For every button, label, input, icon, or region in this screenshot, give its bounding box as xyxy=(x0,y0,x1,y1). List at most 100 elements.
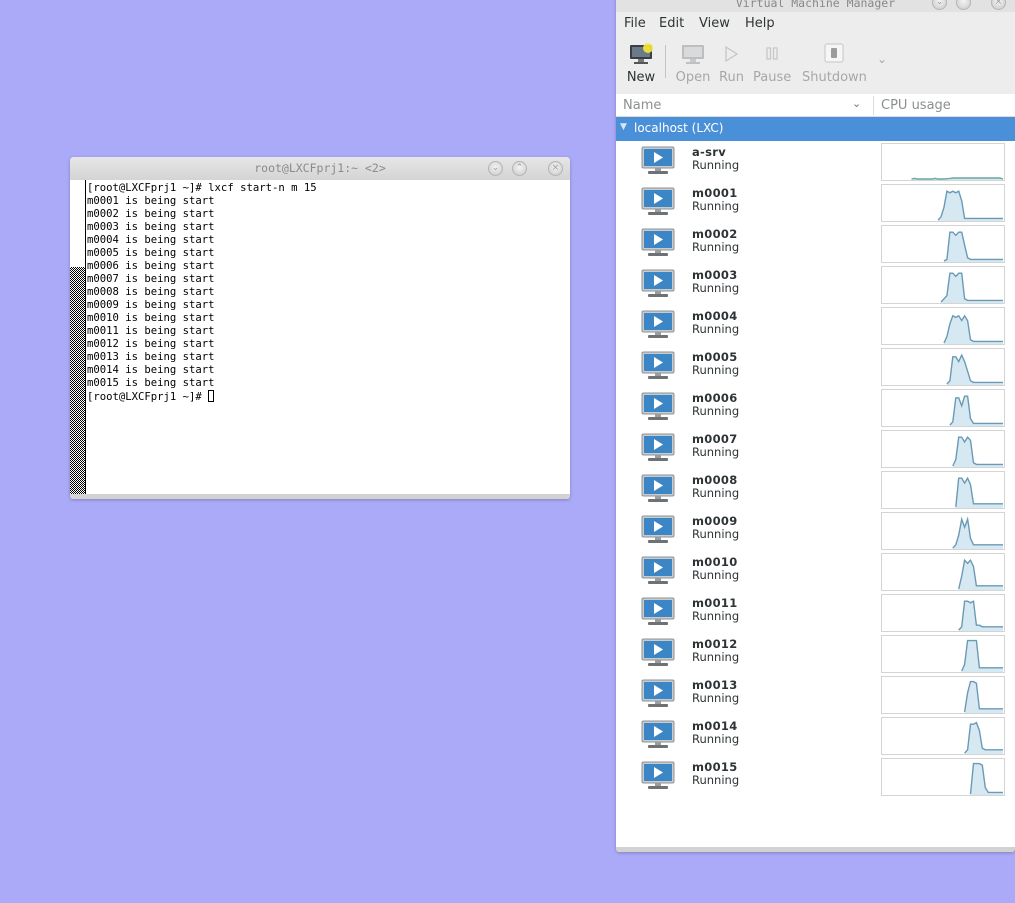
pause-button[interactable]: Pause xyxy=(753,42,791,85)
vm-name: a-srv xyxy=(692,145,727,159)
cpu-usage-area xyxy=(938,191,1003,221)
menu-edit[interactable]: Edit xyxy=(659,16,684,31)
vm-status: Running xyxy=(692,199,740,213)
new-vm-icon xyxy=(626,42,656,66)
terminal-line: [root@LXCFprj1 ~]# lxcf start-n m 15 xyxy=(87,182,317,194)
toolbar: New Open Run Pause Shutdown ⌄ xyxy=(616,36,1015,94)
vmm-bottom-border xyxy=(616,847,1015,852)
menubar: File Edit View Help xyxy=(616,12,1015,36)
chevron-up-icon: ⌃ xyxy=(959,0,968,7)
terminal-body[interactable]: [root@LXCFprj1 ~]# lxcf start-n m 15 m000… xyxy=(70,180,570,494)
cpu-usage-graph xyxy=(881,512,1005,550)
cpu-usage-graph xyxy=(881,676,1005,714)
cpu-usage-graph xyxy=(881,553,1005,591)
menu-file[interactable]: File xyxy=(624,16,646,31)
cpu-usage-graph xyxy=(881,348,1005,386)
shutdown-menu-button[interactable]: ⌄ xyxy=(874,52,890,66)
shutdown-button[interactable]: Shutdown xyxy=(802,42,867,85)
menu-view[interactable]: View xyxy=(699,16,730,31)
vm-status: Running xyxy=(692,609,740,623)
vm-row[interactable]: m0010 Running xyxy=(616,551,1015,592)
vm-status: Running xyxy=(692,281,740,295)
open-button[interactable]: Open xyxy=(675,42,711,85)
vm-row[interactable]: m0009 Running xyxy=(616,510,1015,551)
vm-row[interactable]: m0001 Running xyxy=(616,182,1015,223)
vm-status: Running xyxy=(692,322,740,336)
terminal-prompt-line: [root@LXCFprj1 ~]# xyxy=(87,390,317,404)
vm-row[interactable]: m0015 Running xyxy=(616,756,1015,797)
vm-status: Running xyxy=(692,527,740,541)
vm-row[interactable]: m0003 Running xyxy=(616,264,1015,305)
vm-status: Running xyxy=(692,773,740,787)
vm-name: m0002 xyxy=(692,227,738,241)
cpu-usage-graph xyxy=(881,430,1005,468)
new-vm-button[interactable]: New xyxy=(626,42,656,85)
vm-row[interactable]: m0007 Running xyxy=(616,428,1015,469)
terminal-line: m0013 is being start xyxy=(87,351,215,363)
vm-status: Running xyxy=(692,650,740,664)
vm-name: m0003 xyxy=(692,268,738,282)
vm-row[interactable]: m0012 Running xyxy=(616,633,1015,674)
cpu-usage-area xyxy=(941,273,1003,303)
expander-triangle-icon[interactable]: ▼ xyxy=(620,122,627,132)
cpu-usage-area xyxy=(944,232,1003,262)
cpu-usage-graph xyxy=(881,594,1005,632)
terminal-line: m0001 is being start xyxy=(87,195,215,207)
host-group-row[interactable]: ▼ localhost (LXC) xyxy=(616,117,1015,141)
vm-row[interactable]: m0004 Running xyxy=(616,305,1015,346)
vm-running-icon xyxy=(640,187,676,217)
play-icon xyxy=(719,42,743,66)
vm-name: m0015 xyxy=(692,760,738,774)
sort-chevron-icon[interactable]: ⌄ xyxy=(852,97,861,110)
terminal-prompt: [root@LXCFprj1 ~]# xyxy=(87,391,209,403)
vm-status: Running xyxy=(692,363,740,377)
vmm-titlebar[interactable]: Virtual Machine Manager ⌄ ⌃ × xyxy=(616,0,1015,12)
vm-running-icon xyxy=(640,433,676,463)
maximize-button[interactable]: ⌃ xyxy=(512,161,527,176)
shutdown-label: Shutdown xyxy=(802,70,867,85)
close-button[interactable]: × xyxy=(548,161,563,176)
vm-row[interactable]: m0014 Running xyxy=(616,715,1015,756)
vm-running-icon xyxy=(640,679,676,709)
vm-row[interactable]: m0006 Running xyxy=(616,387,1015,428)
vmm-window[interactable]: Virtual Machine Manager ⌄ ⌃ × File Edit … xyxy=(616,0,1015,852)
column-cpu-header[interactable]: CPU usage xyxy=(881,98,951,113)
cpu-usage-area xyxy=(946,355,1003,385)
terminal-titlebar[interactable]: root@LXCFprj1:~ <2> ⌄ ⌃ × xyxy=(70,157,570,180)
vm-status: Running xyxy=(692,404,740,418)
menu-help[interactable]: Help xyxy=(745,16,775,31)
cpu-usage-area xyxy=(952,437,1003,467)
cpu-usage-graph xyxy=(881,184,1005,222)
vm-row[interactable]: a-srv Running xyxy=(616,141,1015,182)
terminal-window[interactable]: root@LXCFprj1:~ <2> ⌄ ⌃ × [root@LXCFprj1… xyxy=(70,157,570,499)
vm-row[interactable]: m0013 Running xyxy=(616,674,1015,715)
terminal-line: m0004 is being start xyxy=(87,234,215,246)
terminal-line: m0010 is being start xyxy=(87,312,215,324)
chevron-down-icon: ⌄ xyxy=(491,163,500,173)
column-name-header[interactable]: Name xyxy=(623,98,661,113)
vm-running-icon xyxy=(640,146,676,176)
terminal-scrollbar[interactable] xyxy=(70,267,85,494)
terminal-scrollbar-border xyxy=(85,180,86,494)
vm-row[interactable]: m0002 Running xyxy=(616,223,1015,264)
cpu-usage-graph xyxy=(881,635,1005,673)
vm-status: Running xyxy=(692,240,740,254)
vm-name: m0008 xyxy=(692,473,738,487)
cpu-usage-graph xyxy=(881,143,1005,181)
vm-row[interactable]: m0011 Running xyxy=(616,592,1015,633)
column-divider[interactable] xyxy=(873,96,874,115)
terminal-line: m0007 is being start xyxy=(87,273,215,285)
minimize-button[interactable]: ⌄ xyxy=(488,161,503,176)
vm-row[interactable]: m0005 Running xyxy=(616,346,1015,387)
run-button[interactable]: Run xyxy=(719,42,744,85)
vm-running-icon xyxy=(640,515,676,545)
vm-running-icon xyxy=(640,597,676,627)
terminal-line: m0006 is being start xyxy=(87,260,215,272)
cpu-usage-graph xyxy=(881,266,1005,304)
vm-list[interactable]: Name ⌄ CPU usage ▼ localhost (LXC) a-srv… xyxy=(616,94,1015,847)
close-icon: × xyxy=(994,0,1003,7)
vm-running-icon xyxy=(640,269,676,299)
close-icon: × xyxy=(551,163,560,173)
pause-icon xyxy=(753,42,791,66)
vm-row[interactable]: m0008 Running xyxy=(616,469,1015,510)
